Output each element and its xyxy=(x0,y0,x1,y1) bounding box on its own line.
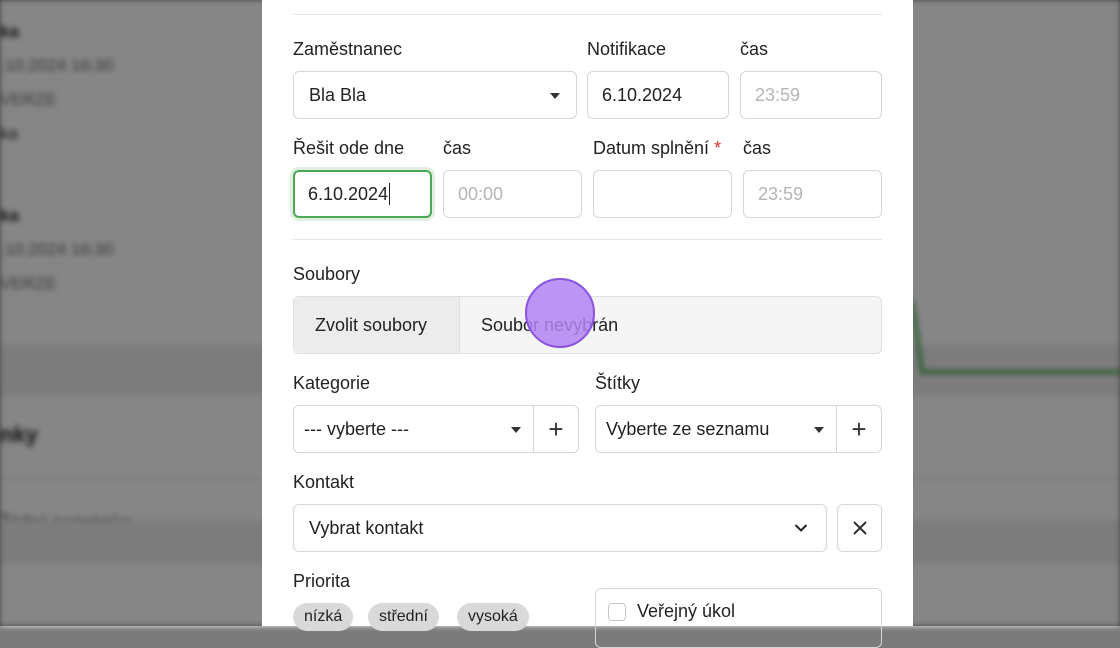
solve-from-time-input[interactable]: 00:00 xyxy=(443,170,582,218)
category-group: --- vyberte --- + xyxy=(293,405,579,453)
click-indicator xyxy=(525,278,595,348)
public-task-label[interactable]: Veřejný úkol xyxy=(637,601,735,622)
choose-files-button[interactable]: Zvolit soubory xyxy=(294,297,460,353)
solve-from-time-placeholder: 00:00 xyxy=(458,183,504,204)
category-select[interactable]: --- vyberte --- xyxy=(294,406,534,452)
caret-down-icon xyxy=(550,93,560,99)
employee-label: Zaměstnanec xyxy=(293,39,403,59)
add-category-button[interactable]: + xyxy=(534,406,578,452)
divider xyxy=(293,239,882,240)
notification-date-value: 6.10.2024 xyxy=(602,84,683,105)
employee-value: Bla Bla xyxy=(309,84,367,105)
contact-label: Kontakt xyxy=(293,472,355,492)
divider xyxy=(293,14,882,15)
close-icon xyxy=(852,521,867,535)
clear-contact-button[interactable] xyxy=(837,504,882,552)
notification-date-input[interactable]: 6.10.2024 xyxy=(587,71,729,119)
notification-time-placeholder: 23:59 xyxy=(755,84,801,105)
caret-down-icon xyxy=(814,427,824,433)
category-label: Kategorie xyxy=(293,373,371,393)
required-mark: * xyxy=(714,138,722,158)
priority-medium[interactable]: střední xyxy=(368,603,439,631)
text-cursor xyxy=(389,183,391,205)
add-tag-button[interactable]: + xyxy=(837,406,881,452)
tags-select[interactable]: Vyberte ze seznamu xyxy=(596,406,837,452)
caret-down-icon xyxy=(511,427,521,433)
priority-label: Priorita xyxy=(293,571,351,591)
files-label: Soubory xyxy=(293,264,361,284)
contact-value: Vybrat kontakt xyxy=(309,517,424,538)
priority-low[interactable]: nízká xyxy=(293,603,354,631)
solve-from-date-input[interactable]: 6.10.2024 xyxy=(293,170,432,218)
due-time-label: čas xyxy=(743,138,772,158)
notification-time-label: čas xyxy=(740,39,769,59)
public-task-checkbox[interactable] xyxy=(608,603,626,621)
due-date-input[interactable] xyxy=(593,170,732,218)
tags-value: Vyberte ze seznamu xyxy=(606,418,770,439)
tags-group: Vyberte ze seznamu + xyxy=(595,405,882,453)
notification-time-input[interactable]: 23:59 xyxy=(740,71,882,119)
contact-select[interactable]: Vybrat kontakt xyxy=(293,504,827,552)
due-date-label: Datum splnění * xyxy=(593,138,721,159)
due-time-placeholder: 23:59 xyxy=(758,183,804,204)
solve-from-date-value: 6.10.2024 xyxy=(308,183,389,204)
chevron-down-icon xyxy=(794,524,808,532)
priority-high[interactable]: vysoká xyxy=(457,603,529,631)
notification-label: Notifikace xyxy=(587,39,667,59)
solve-from-time-label: čas xyxy=(443,138,472,158)
public-task-box: Veřejný úkol xyxy=(595,588,882,648)
tags-label: Štítky xyxy=(595,373,641,393)
due-time-input[interactable]: 23:59 xyxy=(743,170,882,218)
due-date-label-text: Datum splnění xyxy=(593,138,710,158)
solve-from-label: Řešit ode dne xyxy=(293,138,405,158)
category-value: --- vyberte --- xyxy=(304,418,409,439)
employee-select[interactable]: Bla Bla xyxy=(293,71,577,119)
